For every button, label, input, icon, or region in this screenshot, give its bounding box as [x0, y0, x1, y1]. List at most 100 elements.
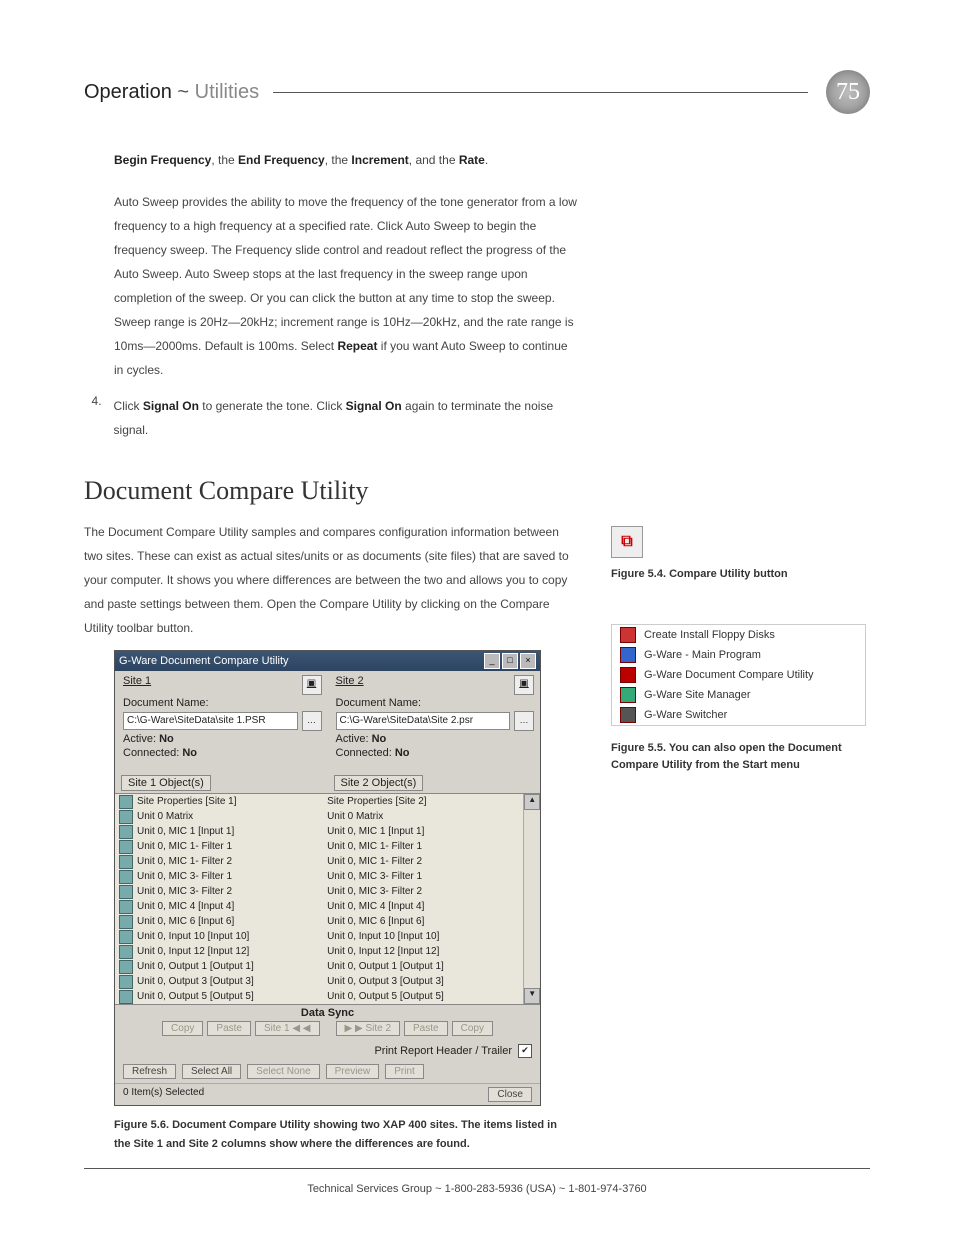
- list-item[interactable]: Site Properties [Site 1]: [115, 794, 323, 809]
- site1-connected-value: No: [182, 747, 197, 759]
- list-label: Unit 0, Input 12 [Input 12]: [137, 946, 249, 957]
- site1-panel: Site 1 ▣ Document Name: C:\G-Ware\SiteDa…: [115, 671, 328, 765]
- site2-objects-button[interactable]: Site 2 Object(s): [334, 775, 424, 791]
- list-item[interactable]: Unit 0, Output 1 [Output 1]: [323, 959, 523, 974]
- site2-docname-label: Document Name:: [336, 697, 535, 709]
- maximize-button[interactable]: □: [502, 653, 518, 669]
- start-menu-item[interactable]: G-Ware Document Compare Utility: [612, 665, 865, 685]
- scroll-down-icon[interactable]: ▼: [524, 988, 540, 1004]
- scrollbar[interactable]: ▲ ▼: [523, 794, 540, 1004]
- list-label: Unit 0, MIC 4 [Input 4]: [327, 901, 424, 912]
- list-item[interactable]: Unit 0, Output 5 [Output 5]: [323, 989, 523, 1004]
- print-button[interactable]: Print: [385, 1064, 424, 1079]
- site1-objects-button[interactable]: Site 1 Object(s): [121, 775, 211, 791]
- site2-panel: Site 2 ▣ Document Name: C:\G-Ware\SiteDa…: [328, 671, 541, 765]
- start-menu-icon: [620, 647, 636, 663]
- list-item[interactable]: Unit 0, MIC 3- Filter 2: [323, 884, 523, 899]
- refresh-button[interactable]: Refresh: [123, 1064, 176, 1079]
- list-label: Unit 0, Output 1 [Output 1]: [327, 961, 444, 972]
- list-item[interactable]: Unit 0 Matrix: [323, 809, 523, 824]
- site1-open-icon[interactable]: ▣: [302, 675, 322, 695]
- copy-left-button[interactable]: Copy: [162, 1021, 203, 1036]
- site2-active-value: No: [372, 733, 387, 745]
- step-4: 4. Click Signal On to generate the tone.…: [84, 394, 579, 442]
- minimize-button[interactable]: _: [484, 653, 500, 669]
- auto-sweep-paragraph: Auto Sweep provides the ability to move …: [114, 190, 579, 382]
- list-item[interactable]: Unit 0, Output 5 [Output 5]: [115, 989, 323, 1004]
- list-item[interactable]: Unit 0, Input 12 [Input 12]: [115, 944, 323, 959]
- copy-right-button[interactable]: Copy: [452, 1021, 493, 1036]
- close-button[interactable]: Close: [488, 1087, 532, 1102]
- site1-path-field[interactable]: C:\G-Ware\SiteData\site 1.PSR: [123, 712, 298, 730]
- list-item[interactable]: Unit 0, MIC 6 [Input 6]: [323, 914, 523, 929]
- list-item[interactable]: Unit 0, Input 10 [Input 10]: [323, 929, 523, 944]
- list-item[interactable]: Unit 0 Matrix: [115, 809, 323, 824]
- site1-browse-button[interactable]: …: [302, 711, 322, 731]
- site1-objects-list[interactable]: Site Properties [Site 1] Unit 0 Matrix Uni…: [115, 794, 323, 1004]
- site1-docname-label: Document Name:: [123, 697, 322, 709]
- list-item[interactable]: Unit 0, MIC 3- Filter 2: [115, 884, 323, 899]
- bold-signal-on-1: Signal On: [143, 399, 199, 413]
- list-item[interactable]: Unit 0, Output 1 [Output 1]: [115, 959, 323, 974]
- list-item[interactable]: Unit 0, MIC 3- Filter 1: [323, 869, 523, 884]
- list-label: Site Properties [Site 1]: [137, 796, 237, 807]
- figure-5-5-caption: Figure 5.5. You can also open the Docume…: [611, 740, 866, 775]
- status-text: 0 Item(s) Selected: [123, 1087, 204, 1102]
- start-menu-icon: [620, 667, 636, 683]
- list-item[interactable]: Unit 0, Output 3 [Output 3]: [115, 974, 323, 989]
- to-site2-button[interactable]: ▶ ▶ Site 2: [336, 1021, 401, 1036]
- to-site1-button[interactable]: Site 1 ◀ ◀: [255, 1021, 320, 1036]
- start-menu-snippet: Create Install Floppy DisksG-Ware - Main…: [611, 624, 866, 726]
- object-icon: [119, 870, 133, 884]
- list-item[interactable]: Unit 0, MIC 6 [Input 6]: [115, 914, 323, 929]
- print-header-trailer-label: Print Report Header / Trailer: [374, 1045, 512, 1057]
- list-item[interactable]: Unit 0, MIC 1 [Input 1]: [323, 824, 523, 839]
- page-header: Operation ~ Utilities 75: [84, 70, 870, 114]
- site2-path-field[interactable]: C:\G-Ware\SiteData\Site 2.psr: [336, 712, 511, 730]
- paste-right-button[interactable]: Paste: [404, 1021, 448, 1036]
- list-item[interactable]: Unit 0, MIC 4 [Input 4]: [323, 899, 523, 914]
- list-item[interactable]: Unit 0, MIC 3- Filter 1: [115, 869, 323, 884]
- preview-button[interactable]: Preview: [326, 1064, 380, 1079]
- site2-open-icon[interactable]: ▣: [514, 675, 534, 695]
- list-item[interactable]: Unit 0, MIC 1- Filter 2: [323, 854, 523, 869]
- select-all-button[interactable]: Select All: [182, 1064, 241, 1079]
- list-item[interactable]: Unit 0, MIC 1- Filter 2: [115, 854, 323, 869]
- list-item[interactable]: Unit 0, Input 12 [Input 12]: [323, 944, 523, 959]
- list-item[interactable]: Unit 0, MIC 1- Filter 1: [115, 839, 323, 854]
- object-icon: [119, 975, 133, 989]
- start-menu-item[interactable]: G-Ware Switcher: [612, 705, 865, 725]
- list-item[interactable]: Unit 0, Input 10 [Input 10]: [115, 929, 323, 944]
- frequency-params-line: Begin Frequency, the End Frequency, the …: [114, 148, 579, 172]
- scroll-up-icon[interactable]: ▲: [524, 794, 540, 810]
- paste-left-button[interactable]: Paste: [207, 1021, 251, 1036]
- data-sync-buttons: Copy Paste Site 1 ◀ ◀ ▶ ▶ Site 2 Paste C…: [115, 1019, 540, 1042]
- s4-mid: to generate the tone. Click: [199, 399, 346, 413]
- list-label: Unit 0, MIC 1 [Input 1]: [137, 826, 234, 837]
- compare-utility-icon: ⧉: [611, 526, 643, 558]
- object-icon: [119, 810, 133, 824]
- footer-rule: [84, 1168, 870, 1169]
- list-label: Unit 0, MIC 1- Filter 1: [327, 841, 422, 852]
- site2-browse-button[interactable]: …: [514, 711, 534, 731]
- list-label: Unit 0, Output 3 [Output 3]: [137, 976, 254, 987]
- start-menu-item[interactable]: G-Ware - Main Program: [612, 645, 865, 665]
- site2-objects-list[interactable]: Site Properties [Site 2]Unit 0 MatrixUni…: [323, 794, 523, 1004]
- list-item[interactable]: Unit 0, MIC 4 [Input 4]: [115, 899, 323, 914]
- window-title: G-Ware Document Compare Utility: [119, 655, 289, 667]
- list-label: Unit 0, Output 1 [Output 1]: [137, 961, 254, 972]
- header-rule: [273, 92, 808, 93]
- start-menu-item[interactable]: G-Ware Site Manager: [612, 685, 865, 705]
- start-menu-item[interactable]: Create Install Floppy Disks: [612, 625, 865, 645]
- titlebar: G-Ware Document Compare Utility _ □ ×: [115, 651, 540, 671]
- close-window-button[interactable]: ×: [520, 653, 536, 669]
- print-header-trailer-checkbox[interactable]: ✔: [518, 1044, 532, 1058]
- figure-5-4-caption: Figure 5.4. Compare Utility button: [611, 566, 866, 584]
- list-item[interactable]: Unit 0, MIC 1 [Input 1]: [115, 824, 323, 839]
- select-none-button[interactable]: Select None: [247, 1064, 319, 1079]
- list-item[interactable]: Site Properties [Site 2]: [323, 794, 523, 809]
- header-operation: Operation: [84, 81, 172, 103]
- list-item[interactable]: Unit 0, Output 3 [Output 3]: [323, 974, 523, 989]
- list-item[interactable]: Unit 0, MIC 1- Filter 1: [323, 839, 523, 854]
- list-label: Unit 0, Output 3 [Output 3]: [327, 976, 444, 987]
